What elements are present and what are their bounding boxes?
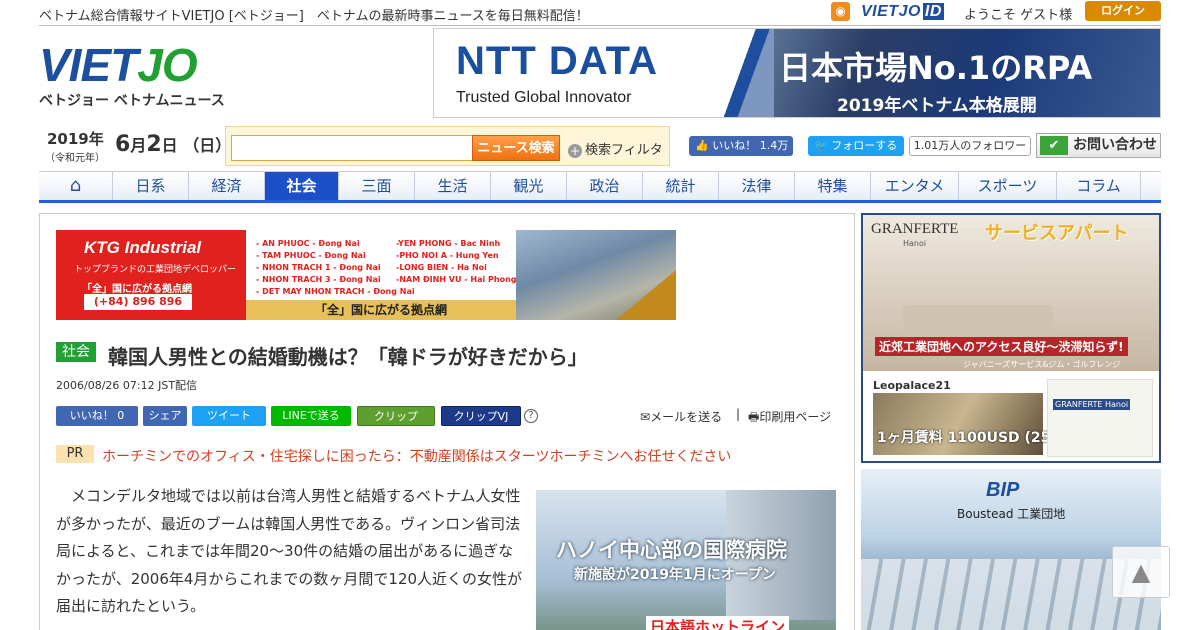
contact-button[interactable]: ✔ お問い合わせ [1036,133,1161,158]
article-date: 2006/08/26 07:12 JST配信 [56,379,198,392]
category-nav: ⌂ 日系 経済 社会 三面 生活 観光 政治 統計 法律 特集 エンタメ スポーツ コラム [39,171,1161,203]
welcome-text: ようこそ ゲスト様 [964,8,1073,23]
rss-icon[interactable]: ◉ [831,2,850,21]
ktg-location: -PHO NOI A - Hung Yen [396,251,499,260]
article-body: メコンデルタ地域では以前は台湾人男性と結婚するベトナム人女性が多かったが、最近の… [56,487,523,615]
date-search-row: 2019年 （令和元年） 6月2日 （日） ニュース検索 + 検索フィルタ 👍 い… [39,124,1161,168]
ktg-locations-north: -YEN PHONG - Bac Ninh -PHO NOI A - Hung Y… [396,238,516,286]
granferte-map-label: GRANFERTE Hanoi [1053,399,1131,410]
leopalace-logo: Leopalace21 [873,379,951,392]
site-logo-subtitle: ベトジョー ベトナムニュース [39,93,225,109]
tweet-button[interactable]: ツイート [192,406,266,426]
ktg-phone: (+84) 896 896 899 [84,294,192,320]
granferte-map [1047,379,1153,457]
facebook-like-article-button[interactable]: いいね！ 0 [56,406,138,426]
twitter-follow-button[interactable]: 🐦 フォローする [808,136,904,156]
nav-item[interactable]: 日系 [113,172,189,200]
ktg-location: -YEN PHONG - Bac Ninh [396,239,501,248]
search-box: ニュース検索 + 検索フィルタ [225,126,670,166]
top-bar: ベトナム総合情報サイトVIETJO [ベトジョー] ベトナムの最新時事ニュースを… [39,0,1161,26]
scroll-to-top-button[interactable]: ▲ [1112,546,1170,598]
check-icon: ✔ [1040,136,1068,155]
ktg-location: -NAM ĐINH VU - Hai Phong [396,275,517,284]
news-search-button[interactable]: ニュース検索 [472,135,560,161]
ktg-locations-south: - AN PHUOC - Đong Nai - TAM PHUOC - Đong … [256,238,415,298]
nav-item[interactable]: エンタメ [871,172,959,200]
nav-item[interactable]: 観光 [491,172,567,200]
banner-subheadline: 2019年ベトナム本格展開 [837,96,1037,116]
ntt-data-banner[interactable]: NTT DATA Trusted Global Innovator 日本市場No… [433,28,1161,118]
article-title: 韓国人男性との結婚動機は？「韓ドラが好きだから」 [108,345,588,369]
login-button[interactable]: ログイン [1085,1,1161,21]
article-column: KTG Industrial トップブランドの工業団地デベロッパー 「全」国に広… [39,213,855,630]
nav-item[interactable]: 政治 [567,172,643,200]
bip-logo: BIP [986,479,1020,501]
ktg-location: - NHON TRACH 3 - Đong Nai [256,275,381,284]
facebook-share-button[interactable]: シェア [143,406,187,426]
site-logo[interactable]: VIETJO ベトジョー ベトナムニュース [39,40,225,110]
hospital-ad-title: ハノイ中心部の国際病院 [556,538,787,562]
nav-item[interactable]: 統計 [643,172,719,200]
ktg-location: -LONG BIEN - Ha Noi [396,263,487,272]
pr-link[interactable]: ホーチミンでのオフィス・住宅探しに困ったら：不動産関係はスターツホーチミンへお任… [102,446,731,466]
nav-item[interactable]: 三面 [339,172,415,200]
clip-vj-button[interactable]: クリップVJ [441,406,521,426]
pr-badge: PR [56,445,94,463]
ktg-location: - TAM PHUOC - Đong Nai [256,251,366,260]
hospital-ad-subtitle: 新施設が2019年1月にオープン [574,567,776,583]
ktg-industrial-banner[interactable]: KTG Industrial トップブランドの工業団地デベロッパー 「全」国に広… [56,230,676,320]
search-filter-link[interactable]: + 検索フィルタ [568,139,663,158]
ktg-brand: KTG Industrial [84,238,202,257]
granferte-service: ジャパニーズサービス&ジム・ゴルフレンジ [963,360,1121,369]
ktg-location: - DET MAY NHON TRACH - Đong Nai [256,287,415,296]
hospital-ad[interactable]: ハノイ中心部の国際病院 新施設が2019年1月にオープン 日本語ホットライン [536,490,836,630]
clip-button[interactable]: クリップ [357,406,435,426]
banner-brand: NTT DATA [456,39,659,83]
nav-item[interactable]: コラム [1057,172,1141,200]
ktg-bar: 「全」国に広がる拠点網 [246,300,516,320]
granferte-name: GRANFERTE [871,221,959,237]
nav-home-icon[interactable]: ⌂ [39,172,113,200]
help-icon[interactable]: ? [524,409,538,423]
twitter-follower-count: 1.01万人のフォロワー [909,136,1031,156]
ktg-location: - NHON TRACH 1 - Đong Nai [256,263,381,272]
nav-item[interactable]: 社会 [265,172,339,200]
link-separator: | [736,407,741,421]
nav-item[interactable]: 特集 [795,172,871,200]
search-input[interactable] [231,135,473,161]
print-page-link[interactable]: 🖶印刷用ページ [748,408,831,429]
ktg-network: 「全」国に広がる拠点網 [82,284,192,295]
facebook-like-button[interactable]: 👍 いいね！ 1.4万 [689,136,793,156]
site-tagline: ベトナム総合情報サイトVIETJO [ベトジョー] ベトナムの最新時事ニュースを… [39,9,589,24]
banner-slogan: Trusted Global Innovator [456,89,632,106]
category-badge[interactable]: 社会 [56,342,96,362]
plus-icon: + [568,144,582,158]
nav-item[interactable]: 生活 [415,172,491,200]
ktg-tagline: トップブランドの工業団地デベロッパー [74,265,237,275]
ktg-location: - AN PHUOC - Đong Nai [256,239,360,248]
granferte-headline: サービスアパート [985,223,1129,244]
granferte-access: 近郊工業団地へのアクセス良好～渋滞知らず! [875,337,1128,356]
nav-item[interactable]: 経済 [189,172,265,200]
granferte-city: Hanoi [903,239,927,248]
hospital-ad-hotline: 日本語ホットライン [646,616,790,630]
nav-item[interactable]: スポーツ [959,172,1057,200]
bip-name: Boustead 工業団地 [957,507,1066,521]
vietjo-id-logo[interactable]: VIETJO ID [861,3,944,21]
granferte-ad[interactable]: GRANFERTE Hanoi サービスアパート 近郊工業団地へのアクセス良好～… [861,213,1161,463]
line-share-button[interactable]: LINEで送る [271,406,351,426]
send-mail-link[interactable]: ✉メールを送る [640,408,722,425]
banner-headline: 日本市場No.1のRPA [779,49,1093,87]
nav-item[interactable]: 法律 [719,172,795,200]
